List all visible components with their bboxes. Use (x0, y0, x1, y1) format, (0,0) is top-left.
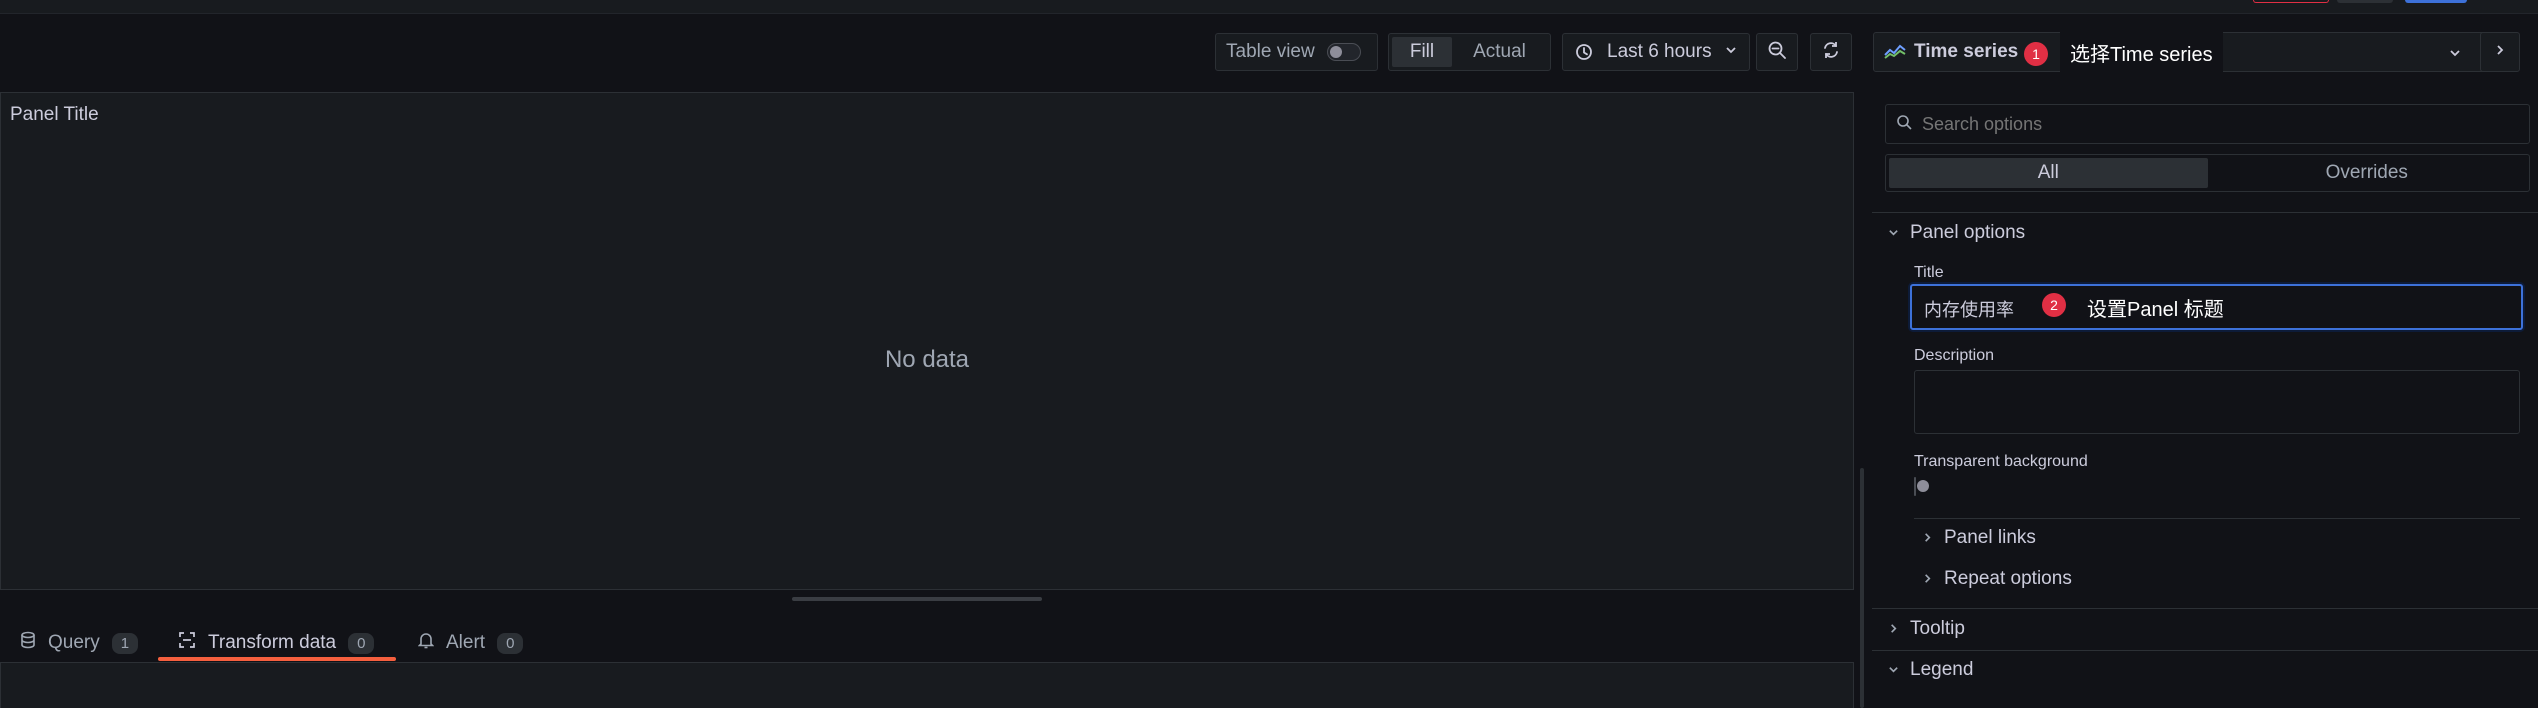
tooltip-header[interactable]: Tooltip (1888, 618, 1965, 640)
pane-resize-handle[interactable] (792, 597, 1042, 601)
tab-query-label: Query (48, 632, 100, 653)
tab-transform-count: 0 (348, 632, 375, 654)
tooltip-label: Tooltip (1910, 618, 1965, 639)
chevron-down-icon (1725, 43, 1737, 61)
description-field-label: Description (1914, 347, 1995, 364)
chevron-down-icon (1888, 662, 1910, 678)
table-view-label: Table view (1226, 41, 1315, 62)
repeat-options-header[interactable]: Repeat options (1922, 568, 2072, 590)
transform-icon (178, 631, 196, 655)
divider (1872, 650, 2538, 651)
annotation-callout-1: 选择Time series (2060, 32, 2223, 72)
time-series-icon (1884, 42, 1906, 65)
title-field-label: Title (1914, 264, 1944, 281)
table-view-toggle-group[interactable]: Table view (1215, 33, 1378, 71)
zoom-out-icon (1767, 40, 1787, 65)
divider (1872, 608, 2538, 609)
time-range-picker[interactable]: Last 6 hours (1562, 33, 1750, 71)
transparent-bg-switch[interactable] (1914, 477, 1916, 496)
bell-icon (417, 631, 435, 655)
tab-transform-label: Transform data (208, 632, 337, 653)
search-input[interactable] (1920, 112, 2529, 136)
clock-icon (1575, 43, 1593, 61)
panel-links-header[interactable]: Panel links (1922, 527, 2036, 549)
fill-button[interactable]: Fill (1392, 37, 1452, 67)
vertical-scrollbar[interactable] (1860, 468, 1864, 708)
options-search[interactable] (1885, 104, 2530, 144)
chevron-right-icon (2494, 43, 2506, 61)
fill-actual-group: Fill Actual (1388, 33, 1551, 71)
title-input[interactable]: 内存使用率 (1924, 296, 2014, 322)
panel-links-label: Panel links (1944, 527, 2036, 548)
panel-preview[interactable] (0, 92, 1854, 590)
chevron-right-icon (1922, 571, 1944, 587)
chevron-down-icon[interactable] (2449, 46, 2461, 64)
all-options-button[interactable]: All (1889, 158, 2208, 188)
chevron-right-icon (1888, 621, 1910, 637)
refresh-icon (1821, 40, 1841, 65)
zoom-out-button[interactable] (1756, 33, 1798, 71)
tab-query[interactable]: Query 1 (20, 628, 139, 658)
collapse-options-button[interactable] (2480, 32, 2520, 72)
visualization-name: Time series (1914, 41, 2019, 62)
description-textarea[interactable] (1914, 370, 2520, 434)
legend-header[interactable]: Legend (1888, 659, 1973, 681)
tab-alert-label: Alert (446, 632, 486, 653)
repeat-options-label: Repeat options (1944, 568, 2072, 589)
divider (1914, 518, 2520, 519)
actual-button[interactable]: Actual (1452, 37, 1547, 67)
tab-alert-count: 0 (497, 632, 524, 654)
overrides-button[interactable]: Overrides (2208, 158, 2527, 188)
legend-label: Legend (1910, 659, 1974, 680)
chevron-right-icon (1922, 530, 1944, 546)
refresh-button[interactable] (1810, 33, 1852, 71)
chevron-down-icon (1888, 225, 1910, 241)
divider (1872, 212, 2538, 213)
tab-query-count: 1 (111, 632, 139, 654)
active-tab-indicator (158, 657, 396, 661)
annotation-badge-1: 1 (2024, 42, 2048, 66)
annotation-badge-2: 2 (2042, 293, 2066, 317)
transparent-bg-label: Transparent background (1914, 453, 2088, 470)
no-data-message: No data (884, 346, 970, 373)
time-range-label: Last 6 hours (1607, 41, 1712, 62)
tab-transform-data[interactable]: Transform data 0 (178, 628, 375, 658)
tab-alert[interactable]: Alert 0 (417, 628, 524, 658)
table-view-switch[interactable] (1326, 43, 1361, 61)
annotation-callout-2: 设置Panel 标题 (2077, 287, 2234, 327)
actual-label: Actual (1473, 41, 1526, 62)
search-icon (1896, 114, 1912, 135)
panel-options-header[interactable]: Panel options (1888, 222, 2025, 244)
fill-label: Fill (1409, 41, 1435, 62)
database-icon (20, 631, 36, 655)
query-editor-area[interactable] (0, 662, 1854, 708)
options-scope-toggle: All Overrides (1885, 154, 2530, 192)
panel-options-label: Panel options (1910, 222, 2026, 243)
panel-title: Panel Title (10, 104, 99, 125)
